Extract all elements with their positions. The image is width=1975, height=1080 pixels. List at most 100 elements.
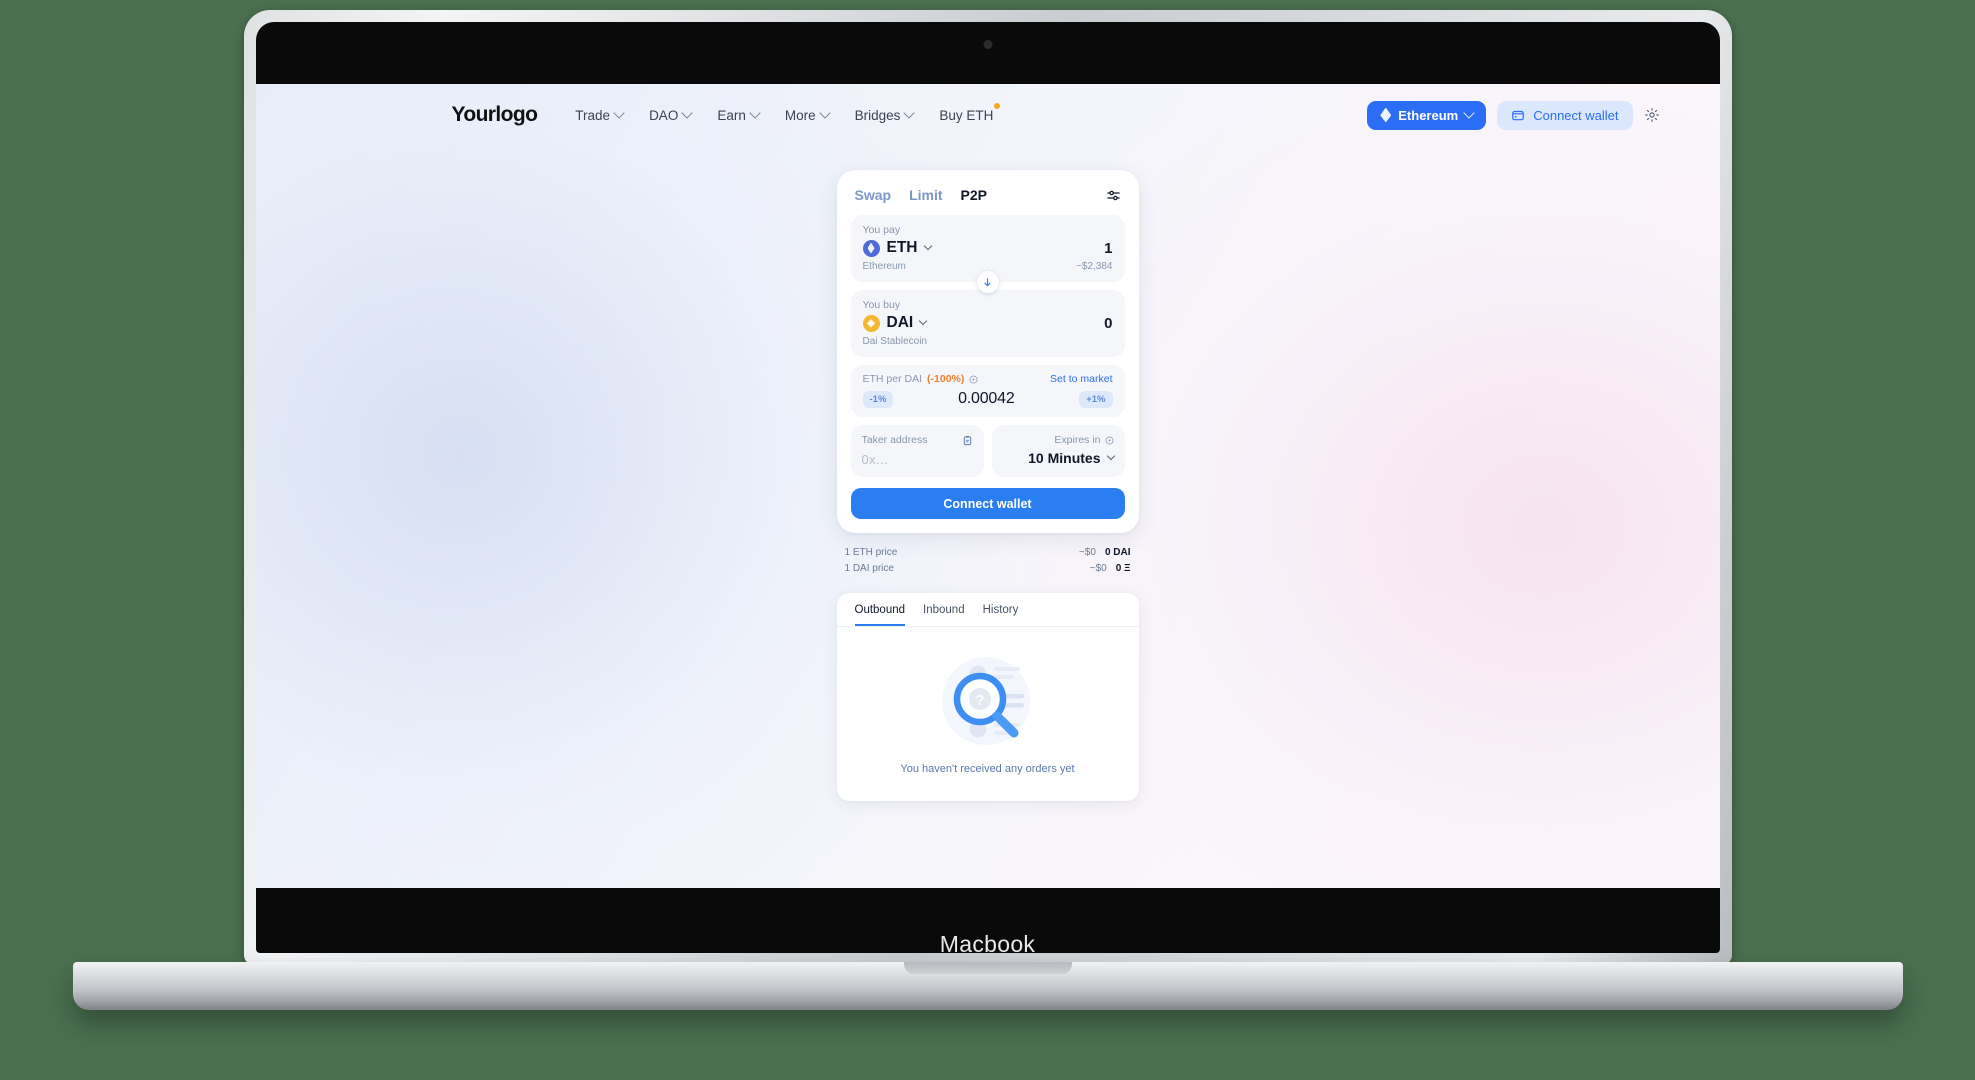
price-row-values: ~$0 0 Ξ (1090, 561, 1131, 577)
wallet-icon (1512, 110, 1525, 121)
buy-amount-input[interactable]: 0 (1104, 315, 1112, 332)
nav-item-dao[interactable]: DAO (649, 107, 693, 123)
rate-row: -1% 0.00042 +1% (862, 390, 1113, 408)
stage: Yourlogo Trade DAO Earn More Bridges Buy… (0, 0, 1975, 1080)
chevron-down-icon (923, 241, 932, 251)
gear-icon (1644, 108, 1659, 122)
price-row-usd: ~$0 (1078, 547, 1096, 558)
navbar-left: Yourlogo Trade DAO Earn More Bridges Buy… (452, 102, 1001, 127)
tab-swap[interactable]: Swap (855, 187, 892, 203)
you-pay-label: You pay (862, 224, 901, 236)
chevron-down-icon (903, 107, 916, 119)
connect-wallet-cta-button[interactable]: Connect wallet (850, 488, 1125, 519)
arrow-down-icon (984, 277, 991, 286)
info-icon[interactable] (969, 375, 978, 384)
chevron-down-icon (681, 107, 693, 119)
paste-address-button[interactable] (962, 435, 973, 446)
ethereum-diamond-glyph (867, 242, 875, 254)
nav-item-label: Buy ETH (939, 107, 994, 123)
taker-address-field: Taker address 0x... (850, 425, 984, 477)
switch-tokens-button[interactable] (976, 271, 999, 293)
price-row-dai: 1 DAI price ~$0 0 Ξ (845, 561, 1131, 577)
you-buy-subrow: Dai Stablecoin (863, 336, 1113, 347)
site-navbar: Yourlogo Trade DAO Earn More Bridges Buy… (256, 84, 1720, 146)
orders-card: Outbound Inbound History ? You haven't r… (836, 593, 1139, 801)
expires-in-label: Expires in (1054, 434, 1101, 446)
chevron-down-icon (1463, 107, 1475, 119)
taker-address-input[interactable]: 0x... (862, 452, 973, 467)
you-buy-label: You buy (862, 299, 901, 311)
you-buy-row: ◈ DAI 0 (862, 314, 1113, 332)
rate-label: ETH per DAI (862, 373, 923, 385)
chevron-down-icon (1106, 451, 1115, 461)
price-row-eth: 1 ETH price ~$0 0 DAI (845, 545, 1131, 561)
rate-value-input[interactable]: 0.00042 (893, 390, 1079, 408)
nav-item-trade[interactable]: Trade (575, 107, 625, 123)
pay-token-selector[interactable]: ETH (862, 239, 932, 257)
laptop-base (72, 962, 1903, 1010)
nav-item-label: Earn (717, 107, 746, 123)
svg-text:?: ? (975, 692, 984, 709)
ethereum-diamond-icon (1380, 107, 1392, 123)
tab-inbound[interactable]: Inbound (923, 604, 965, 626)
nav-item-label: More (784, 107, 816, 123)
taker-header: Taker address (862, 434, 973, 446)
orders-empty-state: ? You haven't received any orders yet (837, 627, 1139, 801)
price-row-token: 0 Ξ (1115, 563, 1131, 574)
you-pay-row: ETH 1 (862, 239, 1113, 257)
swap-card-tabs: Swap Limit P2P (851, 184, 1125, 215)
settings-gear-button[interactable] (1644, 107, 1660, 123)
navbar-links: Trade DAO Earn More Bridges Buy ETH (575, 102, 1001, 123)
price-row-values: ~$0 0 DAI (1079, 545, 1131, 561)
nav-item-buy-eth[interactable]: Buy ETH (939, 102, 1001, 123)
magnifier-question-icon: ? (941, 657, 1030, 745)
chain-selector-label: Ethereum (1398, 107, 1459, 123)
price-row-usd: ~$0 (1089, 563, 1107, 574)
rate-change: (-100%) (927, 373, 965, 385)
tab-limit[interactable]: Limit (909, 187, 942, 203)
nav-item-more[interactable]: More (784, 107, 831, 123)
browser-viewport: Yourlogo Trade DAO Earn More Bridges Buy… (255, 84, 1720, 888)
laptop-screen: Yourlogo Trade DAO Earn More Bridges Buy… (255, 22, 1720, 953)
rate-plus-1pct-button[interactable]: +1% (1079, 390, 1113, 408)
pay-token-name: Ethereum (862, 261, 906, 272)
rate-header: ETH per DAI (-100%) Set to market (863, 373, 1113, 385)
expires-header: Expires in (1003, 434, 1114, 446)
tab-history[interactable]: History (983, 604, 1019, 626)
rate-field: ETH per DAI (-100%) Set to market -1% 0.… (850, 365, 1125, 417)
sliders-icon (1106, 190, 1120, 200)
paste-icon (963, 435, 971, 445)
price-row-token: 0 DAI (1104, 547, 1131, 558)
chevron-down-icon (918, 316, 928, 326)
nav-item-bridges[interactable]: Bridges (855, 107, 916, 123)
ethereum-token-icon (862, 239, 880, 257)
tab-outbound[interactable]: Outbound (854, 604, 906, 626)
connect-wallet-nav-label: Connect wallet (1533, 107, 1619, 123)
buy-token-symbol: DAI (886, 314, 914, 331)
swap-settings-button[interactable] (1106, 188, 1121, 203)
dai-token-icon: ◈ (862, 314, 880, 332)
info-icon[interactable] (1105, 436, 1114, 445)
connect-wallet-nav-button[interactable]: Connect wallet (1497, 100, 1633, 130)
tab-p2p[interactable]: P2P (961, 187, 987, 203)
price-row-label: 1 DAI price (844, 563, 894, 574)
new-badge-icon (994, 102, 1001, 109)
expires-in-value: 10 Minutes (1028, 450, 1101, 466)
rate-minus-1pct-button[interactable]: -1% (862, 390, 894, 408)
buy-token-name: Dai Stablecoin (862, 336, 927, 347)
navbar-right: Ethereum Connect wallet (1367, 100, 1660, 130)
laptop-notch (903, 962, 1072, 974)
nav-item-label: Trade (575, 107, 611, 123)
nav-item-earn[interactable]: Earn (717, 107, 761, 123)
site-logo[interactable]: Yourlogo (452, 103, 538, 127)
p2p-swap-card: Swap Limit P2P You pay ETH 1 Ethereum ~$… (836, 170, 1139, 533)
pay-amount-input[interactable]: 1 (1104, 240, 1112, 257)
pay-token-symbol: ETH (886, 239, 918, 256)
buy-token-selector[interactable]: ◈ DAI (862, 314, 928, 332)
set-to-market-button[interactable]: Set to market (1050, 373, 1112, 385)
chain-selector[interactable]: Ethereum (1367, 100, 1487, 130)
expires-in-field: Expires in 10 Minutes (991, 425, 1125, 477)
expires-in-select[interactable]: 10 Minutes (1003, 450, 1115, 466)
chevron-down-icon (818, 107, 831, 119)
orders-tabs: Outbound Inbound History (836, 593, 1139, 627)
